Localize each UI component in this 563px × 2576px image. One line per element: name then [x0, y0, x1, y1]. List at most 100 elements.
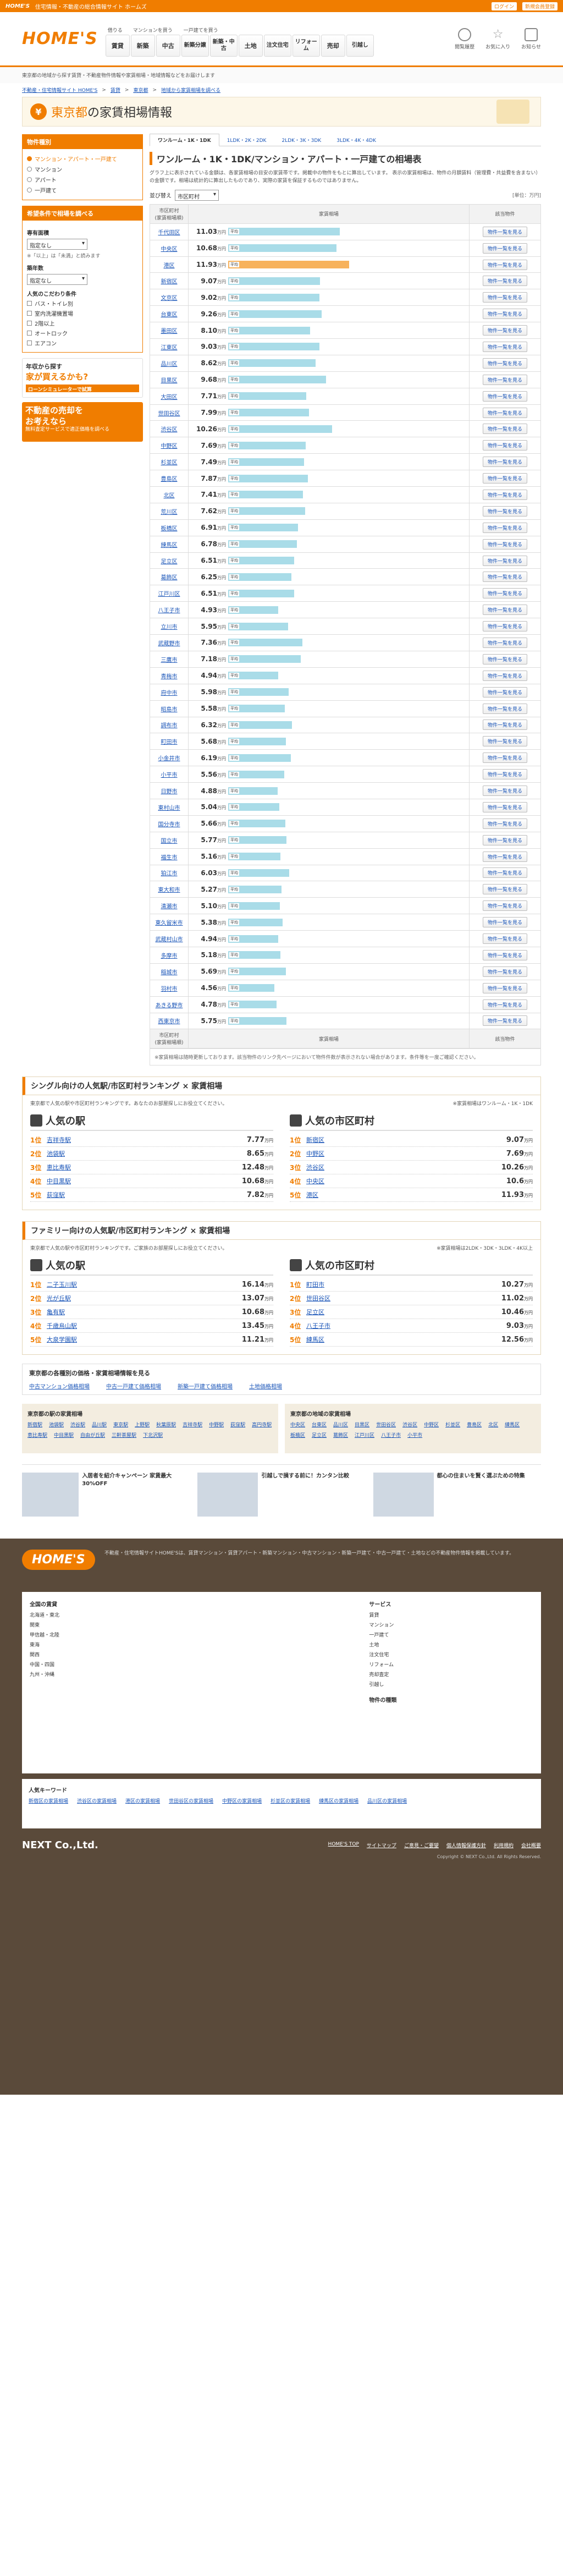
- view-listings-button[interactable]: 物件一覧を見る: [482, 506, 527, 517]
- nav-button[interactable]: リフォーム: [292, 34, 320, 57]
- city-link[interactable]: 清瀬市: [161, 904, 178, 910]
- city-link[interactable]: 江東区: [161, 345, 178, 351]
- view-listings-button[interactable]: 物件一覧を見る: [482, 473, 527, 484]
- area-link[interactable]: 東京駅: [113, 1421, 128, 1428]
- city-link[interactable]: 日野市: [161, 789, 178, 795]
- area-link[interactable]: 品川駅: [92, 1421, 107, 1428]
- header-icon-item[interactable]: お知らせ: [521, 28, 541, 50]
- header-icon-item[interactable]: ☆ お気に入り: [485, 28, 510, 50]
- city-link[interactable]: 千代田区: [158, 230, 180, 236]
- area-link[interactable]: 渋谷区: [402, 1421, 417, 1428]
- ranking-name-link[interactable]: 中目黒駅: [47, 1177, 224, 1185]
- view-listings-button[interactable]: 物件一覧を見る: [482, 276, 527, 287]
- footer-service-link[interactable]: マンション: [369, 1621, 533, 1630]
- area-link[interactable]: 杉並区: [445, 1421, 460, 1428]
- footer-region-link[interactable]: 北海道・東北: [30, 1611, 358, 1621]
- ranking-name-link[interactable]: 亀有駅: [47, 1308, 224, 1316]
- area-link[interactable]: 台東区: [312, 1421, 327, 1428]
- view-listings-button[interactable]: 物件一覧を見る: [482, 966, 527, 977]
- condition-checkbox[interactable]: 2階以上: [27, 319, 138, 327]
- age-select[interactable]: 指定なし: [27, 274, 87, 285]
- view-listings-button[interactable]: 物件一覧を見る: [482, 358, 527, 369]
- footer-region-link[interactable]: 九州・沖縄: [30, 1670, 358, 1680]
- footer-service-link[interactable]: 売却査定: [369, 1670, 533, 1680]
- view-listings-button[interactable]: 物件一覧を見る: [482, 588, 527, 599]
- city-link[interactable]: 江戸川区: [158, 591, 180, 597]
- view-listings-button[interactable]: 物件一覧を見る: [482, 801, 527, 812]
- city-link[interactable]: 国分寺市: [158, 822, 180, 828]
- banner[interactable]: 引越しで損する前に！カンタン比較: [197, 1473, 365, 1522]
- view-listings-button[interactable]: 物件一覧を見る: [482, 653, 527, 664]
- view-listings-button[interactable]: 物件一覧を見る: [482, 621, 527, 632]
- city-link[interactable]: 東村山市: [158, 805, 180, 811]
- area-link[interactable]: 八王子市: [381, 1431, 401, 1438]
- city-link[interactable]: 八王子市: [158, 608, 180, 614]
- nav-button[interactable]: 新築分譲: [181, 34, 209, 57]
- layout-tab[interactable]: 1LDK・2K・2DK: [219, 134, 274, 146]
- footer-keyword-link[interactable]: 中野区の家賃相場: [222, 1797, 262, 1804]
- property-type-radio[interactable]: マンション: [27, 165, 138, 173]
- footer-keyword-link[interactable]: 品川区の家賃相場: [367, 1797, 407, 1804]
- view-listings-button[interactable]: 物件一覧を見る: [482, 999, 527, 1010]
- view-listings-button[interactable]: 物件一覧を見る: [482, 867, 527, 878]
- view-listings-button[interactable]: 物件一覧を見る: [482, 407, 527, 418]
- breadcrumb-link[interactable]: 賃貸: [111, 86, 120, 94]
- footer-service-link[interactable]: 土地: [369, 1640, 533, 1650]
- footer-region-link[interactable]: 関西: [30, 1650, 358, 1660]
- footer-service-link[interactable]: 注文住宅: [369, 1650, 533, 1660]
- view-listings-button[interactable]: 物件一覧を見る: [482, 440, 527, 451]
- breadcrumb-link[interactable]: 東京都: [133, 86, 148, 94]
- ranking-name-link[interactable]: 八王子市: [306, 1321, 483, 1330]
- view-listings-button[interactable]: 物件一覧を見る: [482, 374, 527, 385]
- ranking-name-link[interactable]: 中央区: [306, 1177, 483, 1185]
- city-link[interactable]: 練馬区: [161, 542, 178, 548]
- footer-service-link[interactable]: 賃貸: [369, 1611, 533, 1621]
- view-listings-button[interactable]: 物件一覧を見る: [482, 637, 527, 648]
- banner[interactable]: 都心の住まいを賢く選ぶための特集: [373, 1473, 541, 1522]
- ranking-name-link[interactable]: 光が丘駅: [47, 1294, 224, 1303]
- view-listings-button[interactable]: 物件一覧を見る: [482, 933, 527, 944]
- city-link[interactable]: 目黒区: [161, 378, 178, 384]
- ranking-name-link[interactable]: 町田市: [306, 1280, 483, 1289]
- nav-button[interactable]: 売却: [321, 34, 345, 57]
- city-link[interactable]: 葛飾区: [161, 575, 178, 581]
- view-listings-button[interactable]: 物件一覧を見る: [482, 292, 527, 303]
- view-listings-button[interactable]: 物件一覧を見る: [482, 851, 527, 862]
- area-link[interactable]: 板橋区: [290, 1431, 305, 1438]
- ranking-name-link[interactable]: 練馬区: [306, 1335, 483, 1344]
- footer-keyword-link[interactable]: 港区の家賃相場: [125, 1797, 160, 1804]
- city-link[interactable]: 羽村市: [161, 986, 178, 992]
- city-link[interactable]: 文京区: [161, 295, 178, 301]
- footer-keyword-link[interactable]: 杉並区の家賃相場: [271, 1797, 310, 1804]
- footer-bottom-link[interactable]: HOME'S TOP: [328, 1842, 359, 1849]
- city-link[interactable]: 昭島市: [161, 707, 178, 713]
- nav-button[interactable]: 中古: [156, 34, 180, 57]
- city-link[interactable]: 狛江市: [161, 871, 178, 877]
- property-type-radio[interactable]: マンション・アパート・一戸建て: [27, 155, 138, 163]
- area-link[interactable]: 荻窪駅: [230, 1421, 245, 1428]
- area-link[interactable]: 練馬区: [505, 1421, 520, 1428]
- city-link[interactable]: 荒川区: [161, 509, 178, 515]
- view-listings-button[interactable]: 物件一覧を見る: [482, 982, 527, 993]
- ranking-name-link[interactable]: 世田谷区: [306, 1294, 483, 1303]
- homes-logo[interactable]: HOME'S: [22, 29, 98, 48]
- view-listings-button[interactable]: 物件一覧を見る: [482, 703, 527, 714]
- ranking-name-link[interactable]: 荻窪駅: [47, 1190, 224, 1199]
- footer-service-link[interactable]: リフォーム: [369, 1660, 533, 1670]
- city-link[interactable]: 板橋区: [161, 526, 178, 532]
- sort-select[interactable]: 市区町村: [175, 189, 219, 201]
- view-listings-button[interactable]: 物件一覧を見る: [482, 753, 527, 764]
- area-link[interactable]: 渋谷駅: [70, 1421, 85, 1428]
- footer-keyword-link[interactable]: 新宿区の家賃相場: [29, 1797, 68, 1804]
- city-link[interactable]: 豊島区: [161, 476, 178, 482]
- area-link[interactable]: 北区: [488, 1421, 498, 1428]
- city-link[interactable]: 小金井市: [158, 756, 180, 762]
- layout-tab[interactable]: 3LDK・4K・4DK: [329, 134, 384, 146]
- area-link[interactable]: 葛飾区: [333, 1431, 348, 1438]
- ranking-name-link[interactable]: 大泉学園駅: [47, 1335, 224, 1344]
- view-listings-button[interactable]: 物件一覧を見る: [482, 341, 527, 352]
- area-link[interactable]: 足立区: [312, 1431, 327, 1438]
- register-button[interactable]: 新規会員登録: [522, 2, 558, 10]
- view-listings-button[interactable]: 物件一覧を見る: [482, 949, 527, 960]
- nav-button[interactable]: 注文住宅: [263, 34, 291, 57]
